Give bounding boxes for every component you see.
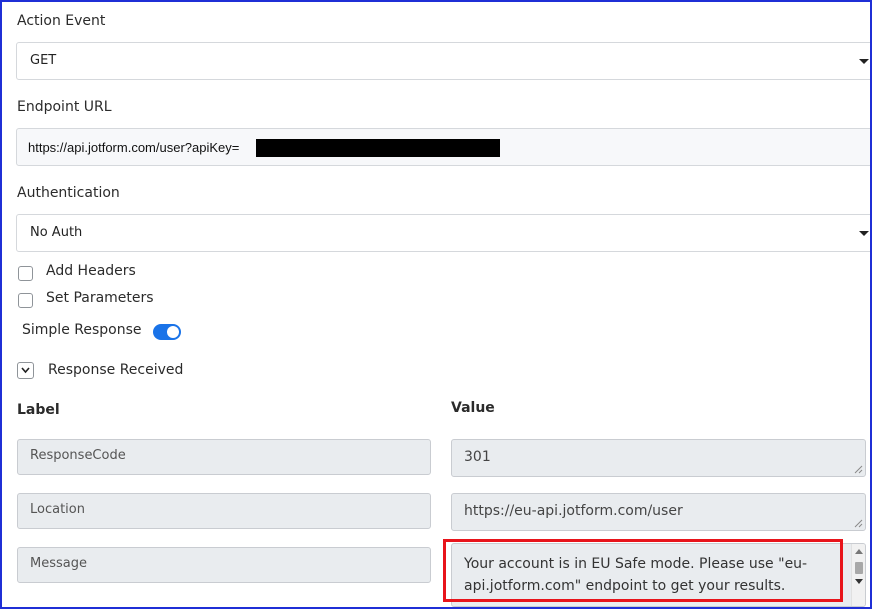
scroll-up-icon[interactable] [855,549,863,554]
response-code-label-field: ResponseCode [17,439,431,475]
endpoint-url-value: https://api.jotform.com/user?apiKey= [28,140,240,155]
simple-response-label: Simple Response [22,322,142,338]
scroll-down-icon[interactable] [855,579,863,584]
label-column-header: Label [17,402,60,418]
location-label-field: Location [17,493,431,529]
chevron-down-icon [21,367,30,374]
endpoint-url-input[interactable]: https://api.jotform.com/user?apiKey= [16,128,870,166]
message-label-field: Message [17,547,431,583]
field-value-text: https://eu-api.jotform.com/user [464,503,683,519]
response-received-expander[interactable] [17,362,34,379]
response-code-value-field[interactable]: 301 [451,439,866,477]
field-label-text: Location [30,502,85,517]
highlight-box [443,539,843,602]
endpoint-url-label: Endpoint URL [17,99,112,115]
field-label-text: Message [30,556,87,571]
field-value-text: 301 [464,449,491,465]
action-event-select[interactable]: GET [16,42,870,80]
add-headers-label: Add Headers [46,263,136,279]
authentication-value: No Auth [30,225,83,240]
scroll-thumb[interactable] [855,562,863,574]
integration-form: Action Event GET Endpoint URL https://ap… [0,0,872,609]
authentication-select[interactable]: No Auth [16,214,870,252]
authentication-label: Authentication [17,185,120,201]
action-event-label: Action Event [17,13,106,29]
value-column-header: Value [451,400,495,416]
set-parameters-checkbox[interactable] [18,293,33,308]
response-received-label: Response Received [48,362,184,378]
simple-response-toggle[interactable] [153,324,181,340]
message-scrollbar[interactable] [851,544,865,606]
action-event-value: GET [30,53,57,68]
toggle-knob [167,326,179,338]
resize-grip-icon[interactable] [854,519,863,528]
set-parameters-label: Set Parameters [46,290,154,306]
resize-grip-icon[interactable] [854,465,863,474]
redacted-api-key [256,139,500,157]
add-headers-checkbox[interactable] [18,266,33,281]
location-value-field[interactable]: https://eu-api.jotform.com/user [451,493,866,531]
chevron-down-icon [859,231,869,236]
chevron-down-icon [859,59,869,64]
field-label-text: ResponseCode [30,448,126,463]
